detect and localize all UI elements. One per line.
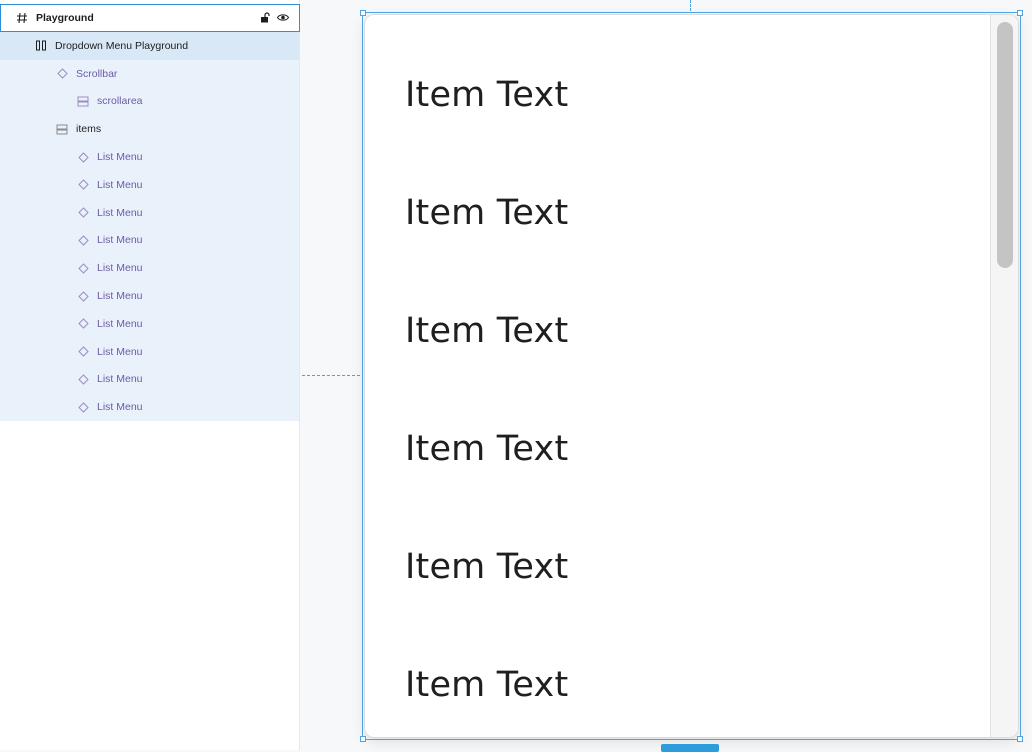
spacing-guide-vertical <box>690 0 691 11</box>
resize-handle-bottom-right[interactable] <box>1017 736 1023 742</box>
component-diamond-icon <box>76 345 90 359</box>
layer-label: List Menu <box>97 234 143 247</box>
layer-label: Dropdown Menu Playground <box>55 39 189 52</box>
layer-label: List Menu <box>97 401 143 414</box>
layer-label: List Menu <box>97 290 143 303</box>
columns-icon <box>34 39 48 53</box>
layer-row-scrollarea[interactable]: scrollarea <box>0 88 299 116</box>
spacing-guide-horizontal <box>302 375 360 376</box>
layers-panel: Playground Dropdown Menu Playground Scro… <box>0 0 300 750</box>
layer-label: Playground <box>36 12 94 24</box>
layer-row-dropdown-menu-playground[interactable]: Dropdown Menu Playground <box>0 32 299 60</box>
layer-row-list-menu[interactable]: List Menu <box>0 254 299 282</box>
layer-row-playground[interactable]: Playground <box>0 4 300 32</box>
layer-row-list-menu[interactable]: List Menu <box>0 227 299 255</box>
component-diamond-icon <box>76 150 90 164</box>
eye-icon[interactable] <box>276 12 290 26</box>
layer-label: List Menu <box>97 345 143 358</box>
stack-icon <box>76 94 90 108</box>
component-diamond-icon <box>76 289 90 303</box>
component-diamond-icon <box>55 67 69 81</box>
layer-label: List Menu <box>97 373 143 386</box>
resize-handle-top-right[interactable] <box>1017 10 1023 16</box>
layer-row-list-menu[interactable]: List Menu <box>0 143 299 171</box>
layer-label: List Menu <box>97 262 143 275</box>
layer-label: List Menu <box>97 317 143 330</box>
layer-row-list-menu[interactable]: List Menu <box>0 310 299 338</box>
layer-row-list-menu[interactable]: List Menu <box>0 199 299 227</box>
layer-children: Dropdown Menu Playground Scrollbar scrol… <box>0 32 299 422</box>
layer-label: scrollarea <box>97 95 143 108</box>
hash-icon <box>15 11 29 25</box>
component-diamond-icon <box>76 178 90 192</box>
layer-row-list-menu[interactable]: List Menu <box>0 366 299 394</box>
selection-outline <box>360 10 1023 742</box>
design-canvas[interactable]: Item Text Item Text Item Text Item Text … <box>301 0 1032 752</box>
layer-label: items <box>76 123 102 136</box>
component-diamond-icon <box>76 372 90 386</box>
component-diamond-icon <box>76 317 90 331</box>
component-diamond-icon <box>76 206 90 220</box>
component-diamond-icon <box>76 400 90 414</box>
layer-row-scrollbar[interactable]: Scrollbar <box>0 60 299 88</box>
layer-label: Scrollbar <box>76 67 118 80</box>
component-diamond-icon <box>76 233 90 247</box>
layer-label: List Menu <box>97 151 143 164</box>
component-diamond-icon <box>76 261 90 275</box>
size-badge <box>661 744 719 752</box>
layer-row-list-menu[interactable]: List Menu <box>0 171 299 199</box>
layer-row-list-menu[interactable]: List Menu <box>0 338 299 366</box>
layer-row-list-menu[interactable]: List Menu <box>0 393 299 421</box>
resize-handle-top-left[interactable] <box>360 10 366 16</box>
resize-handle-bottom-left[interactable] <box>360 736 366 742</box>
layer-label: List Menu <box>97 178 143 191</box>
unlock-icon[interactable] <box>260 12 271 26</box>
stack-icon <box>55 122 69 136</box>
layer-row-items[interactable]: items <box>0 115 299 143</box>
layer-label: List Menu <box>97 206 143 219</box>
layer-row-list-menu[interactable]: List Menu <box>0 282 299 310</box>
